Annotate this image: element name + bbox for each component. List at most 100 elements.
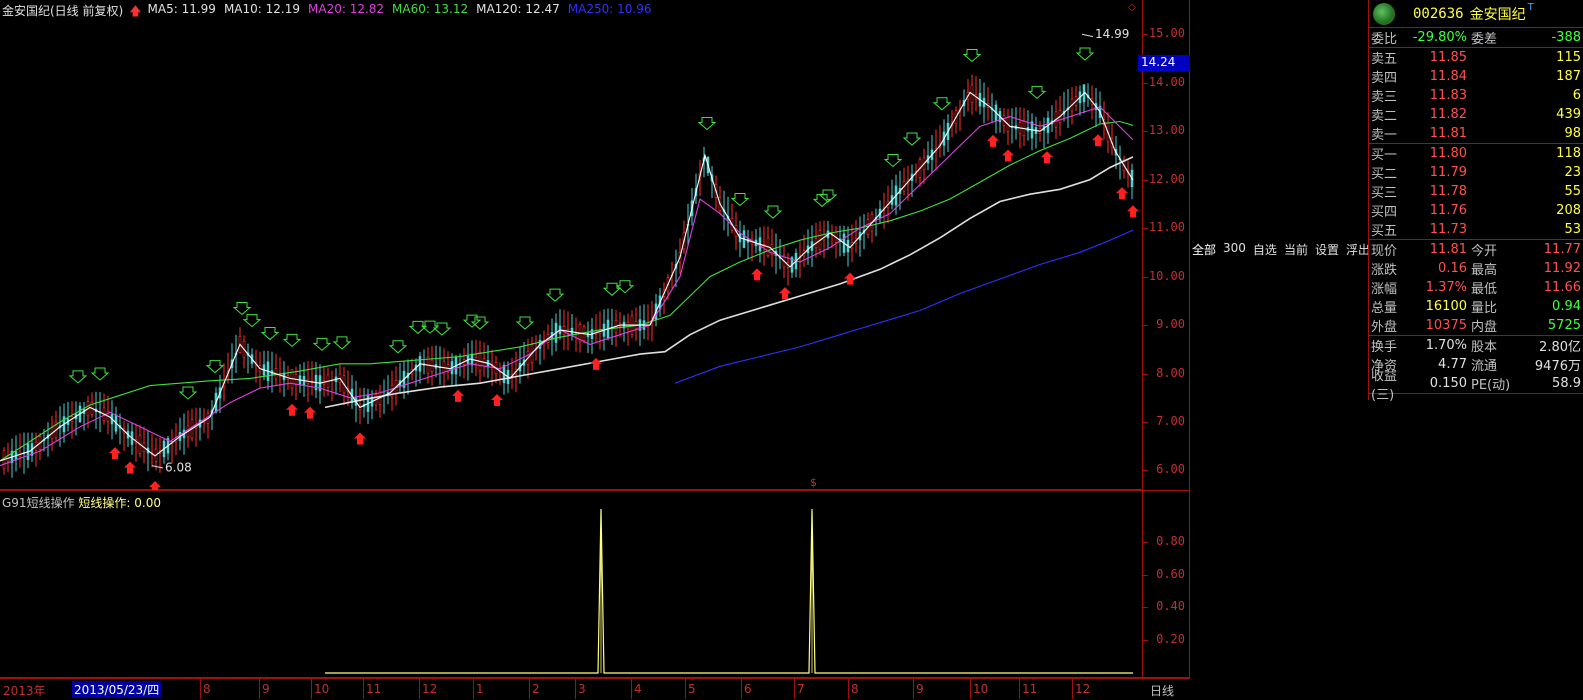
sell-signal-icon: [205, 360, 225, 374]
axis-tick: [1143, 640, 1148, 642]
sell-signal-icon: [432, 322, 452, 336]
indicator-axis: 0.80 0.60 0.40 0.20: [1143, 490, 1190, 678]
buy-signal-icon: [109, 447, 121, 460]
month-separator: [741, 679, 742, 699]
month-separator: [970, 679, 971, 699]
ma-line-ma250: [674, 229, 1134, 384]
month-separator: [1072, 679, 1073, 699]
sell-row[interactable]: 卖四 11.84 187: [1369, 67, 1583, 86]
month-separator: [363, 679, 364, 699]
buy-qty: 55: [1564, 184, 1581, 199]
buy-signal-icon: [491, 393, 503, 406]
scroll-marker[interactable]: $: [810, 476, 817, 489]
buy-qty: 53: [1564, 222, 1581, 237]
tab-1[interactable]: 300: [1223, 241, 1246, 259]
tab-4[interactable]: 设置: [1315, 241, 1339, 259]
month-label: 1: [476, 682, 484, 696]
x-start-label: 2013年: [3, 684, 46, 698]
stock-name: 金安国纪: [1469, 6, 1526, 23]
sell-row[interactable]: 卖二 11.82 439: [1369, 105, 1583, 124]
sell-signal-icon: [1075, 47, 1095, 61]
stats2-l1: 换手: [1371, 340, 1398, 355]
month-label: 11: [1022, 682, 1038, 696]
up-arrow-icon: 🡅: [129, 4, 142, 18]
sell-qty: 6: [1572, 88, 1581, 103]
stats1-v2: 11.77: [1543, 242, 1581, 257]
month-label: 12: [422, 682, 438, 696]
tab-3[interactable]: 当前: [1284, 241, 1308, 259]
diamond-icon[interactable]: ◇: [1128, 2, 1136, 13]
sell-signal-icon: [388, 340, 408, 354]
weibi-value: -29.80%: [1412, 30, 1467, 45]
ma-item: MA20: 12.82: [308, 2, 385, 16]
month-separator: [913, 679, 914, 699]
stats2-l2: 股本: [1471, 340, 1498, 355]
month-label: 10: [973, 682, 989, 696]
stock-code: 002636: [1413, 5, 1464, 22]
axis-tick: [1143, 607, 1148, 609]
sell-price: 11.84: [1429, 69, 1467, 84]
axis-tick: [1143, 470, 1148, 472]
buy-signal-icon: [149, 481, 161, 490]
buy-signal-icon: [590, 357, 602, 370]
tab-0[interactable]: 全部: [1192, 241, 1216, 259]
month-separator: [311, 679, 312, 699]
indicator-axis-label: 0.20: [1156, 632, 1185, 647]
sell-signal-icon: [932, 97, 952, 111]
month-label: 9: [262, 682, 270, 696]
low-marker-line: [151, 465, 164, 469]
sell-row[interactable]: 卖三 11.83 6: [1369, 86, 1583, 105]
sell-signal-icon: [818, 189, 838, 203]
sell-signal-icon: [902, 132, 922, 146]
sell-signal-icon: [697, 117, 717, 131]
axis-tick: [1143, 131, 1148, 133]
sell-row[interactable]: 卖五 11.85 115: [1369, 48, 1583, 67]
period-label[interactable]: 日线: [1150, 682, 1174, 699]
month-label: 6: [744, 682, 752, 696]
date-axis: 2013年 2013/05/23/四 日线 8 9 10 11 12 1 2 3 4 5 6 7 8 9 1…: [0, 678, 1190, 700]
sell-signal-icon: [470, 316, 490, 330]
sell-signal-icon: [332, 336, 352, 350]
stats2-v2: 9476万: [1534, 359, 1581, 374]
buy-row[interactable]: 买五 11.73 53: [1369, 220, 1583, 239]
buy-row[interactable]: 买三 11.78 55: [1369, 182, 1583, 201]
indicator-line: [325, 508, 1133, 674]
sell-signal-icon: [312, 337, 332, 352]
indicator-chart-svg[interactable]: [0, 491, 1143, 679]
sell-label: 卖四: [1371, 71, 1398, 86]
axis-tick: [1143, 421, 1148, 423]
indicator-axis-label: 0.40: [1156, 599, 1185, 614]
stats1-l2: 最高: [1471, 263, 1498, 278]
buy-row[interactable]: 买二 11.79 23: [1369, 163, 1583, 182]
indicator-pane[interactable]: [0, 490, 1143, 678]
ma-item: MA10: 12.19: [223, 2, 300, 16]
sell-qty: 187: [1556, 69, 1581, 84]
price-axis-label: 11.00: [1148, 220, 1185, 235]
sell-signal-icon: [260, 327, 280, 341]
stats1-v1: 1.37%: [1425, 280, 1467, 295]
buy-row[interactable]: 买四 11.76 208: [1369, 201, 1583, 220]
month-label: 8: [851, 682, 859, 696]
sell-price: 11.82: [1429, 107, 1467, 122]
buy-price: 11.73: [1429, 222, 1467, 237]
buy-signal-icon: [1041, 151, 1053, 164]
current-price-tag: 14.24: [1138, 55, 1190, 71]
sell-book: 卖五 11.85 115 卖四 11.84 187 卖三 11.83 6 卖二 11.82 439 卖一…: [1369, 48, 1583, 143]
tab-2[interactable]: 自选: [1253, 241, 1277, 259]
price-chart-pane[interactable]: 14.99 6.08 金安国纪(日线 前复权) 🡅 MA5: 11.99 MA10:…: [0, 0, 1143, 490]
month-label: 12: [1075, 682, 1091, 696]
tab-5[interactable]: 浮出: [1346, 241, 1368, 259]
buy-signal-icon: [779, 287, 791, 300]
indicator-value: 短线操作: 0.00: [78, 496, 161, 510]
price-chart-svg[interactable]: 14.99 6.08: [0, 0, 1143, 490]
stats2-l2: 流通: [1471, 359, 1498, 374]
stats1-v1: 16100: [1425, 299, 1467, 314]
month-label: 3: [578, 682, 586, 696]
stats1-v2: 11.66: [1543, 280, 1581, 295]
buy-row[interactable]: 买一 11.80 118: [1369, 144, 1583, 163]
sell-signal-icon: [602, 282, 622, 296]
sell-row[interactable]: 卖一 11.81 98: [1369, 124, 1583, 143]
sell-signal-icon: [1027, 85, 1047, 100]
stats1-l1: 外盘: [1371, 320, 1398, 335]
stats1-v2: 11.92: [1543, 261, 1581, 276]
